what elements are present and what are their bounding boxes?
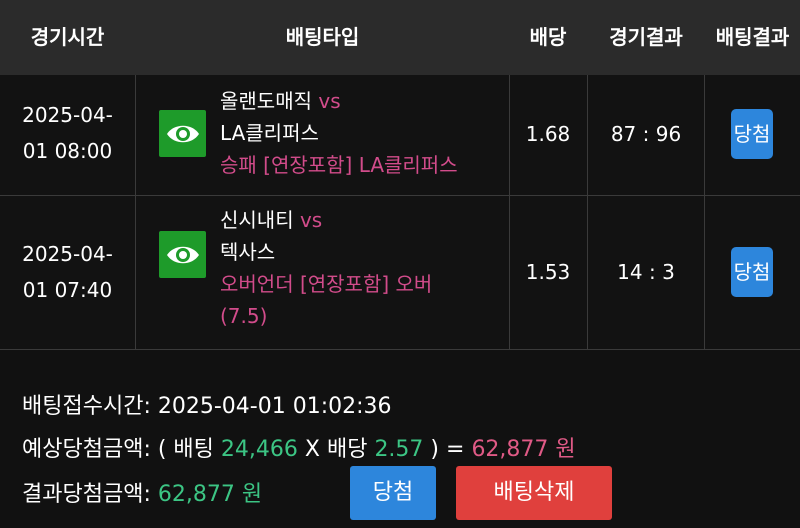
game-score: 87 : 96 <box>610 122 682 146</box>
team-home: 신시내티 <box>220 208 294 232</box>
divider <box>135 75 136 350</box>
date-line: 2025-04- <box>22 242 113 266</box>
team-away: LA클리퍼스 <box>220 121 319 145</box>
table-row: 2025-04- 01 07:40 신시내티 vs 텍사스 오버언더 [연장포함… <box>0 196 800 350</box>
team-away: 텍사스 <box>220 240 276 264</box>
expected-amount: 62,877 원 <box>471 437 576 462</box>
x-odds-label: X 배당 <box>304 437 368 462</box>
eye-icon[interactable] <box>159 110 206 157</box>
bet-amount: 24,466 <box>220 437 298 462</box>
eye-icon[interactable] <box>159 231 206 278</box>
header-time: 경기시간 <box>30 25 105 49</box>
divider <box>704 75 705 350</box>
time-line: 01 07:40 <box>22 278 113 302</box>
delete-bet-button[interactable]: 배팅삭제 <box>456 466 612 520</box>
divider <box>587 75 588 350</box>
table-row: 2025-04- 01 08:00 올랜도매직 vs LA클리퍼스 승패 [연장… <box>0 75 800 196</box>
win-badge: 당첨 <box>731 247 773 297</box>
bet-detail: 신시내티 vs 텍사스 오버언더 [연장포함] 오버 (7.5) <box>220 204 432 332</box>
header-game-result: 경기결과 <box>609 25 683 49</box>
result-amount: 62,877 원 <box>157 482 263 507</box>
match-date: 2025-04- 01 07:40 <box>0 236 135 308</box>
equals-label: ) = <box>430 437 465 462</box>
total-odds: 2.57 <box>374 437 424 462</box>
odds-value: 1.53 <box>525 260 571 284</box>
bet-pick: 승패 [연장포함] LA클리퍼스 <box>220 153 458 177</box>
bet-time-line: 배팅접수시간: 2025-04-01 01:02:36 <box>22 388 392 420</box>
bet-time-value: 2025-04-01 01:02:36 <box>157 394 392 419</box>
expected-label: 예상당첨금액: ( 배팅 <box>22 437 214 462</box>
date-line: 2025-04- <box>22 103 113 127</box>
game-score: 14 : 3 <box>617 260 675 284</box>
divider <box>509 75 510 350</box>
bet-detail: 올랜도매직 vs LA클리퍼스 승패 [연장포함] LA클리퍼스 <box>220 85 458 181</box>
result-line: 결과당첨금액: 62,877 원 <box>22 476 262 508</box>
bet-time-label: 배팅접수시간: <box>22 394 151 419</box>
vs-label: vs <box>299 208 323 232</box>
bet-pick: 오버언더 [연장포함] 오버 <box>220 272 433 296</box>
win-badge: 당첨 <box>731 109 773 159</box>
header-bet-type: 배팅타입 <box>285 25 360 49</box>
win-button[interactable]: 당첨 <box>350 466 436 520</box>
header-odds: 배당 <box>529 25 567 49</box>
time-line: 01 08:00 <box>22 139 113 163</box>
table-header: 경기시간 배팅타입 배당 경기결과 배팅결과 <box>0 0 800 75</box>
vs-label: vs <box>318 89 341 113</box>
result-label: 결과당첨금액: <box>22 482 151 507</box>
bet-pick-line2: (7.5) <box>220 304 268 328</box>
odds-value: 1.68 <box>525 122 571 146</box>
header-bet-result: 배팅결과 <box>715 25 790 49</box>
team-home: 올랜도매직 <box>220 89 312 113</box>
expected-line: 예상당첨금액: ( 배팅 24,466 X 배당 2.57 ) = 62,877… <box>22 431 576 463</box>
match-date: 2025-04- 01 08:00 <box>0 97 135 169</box>
